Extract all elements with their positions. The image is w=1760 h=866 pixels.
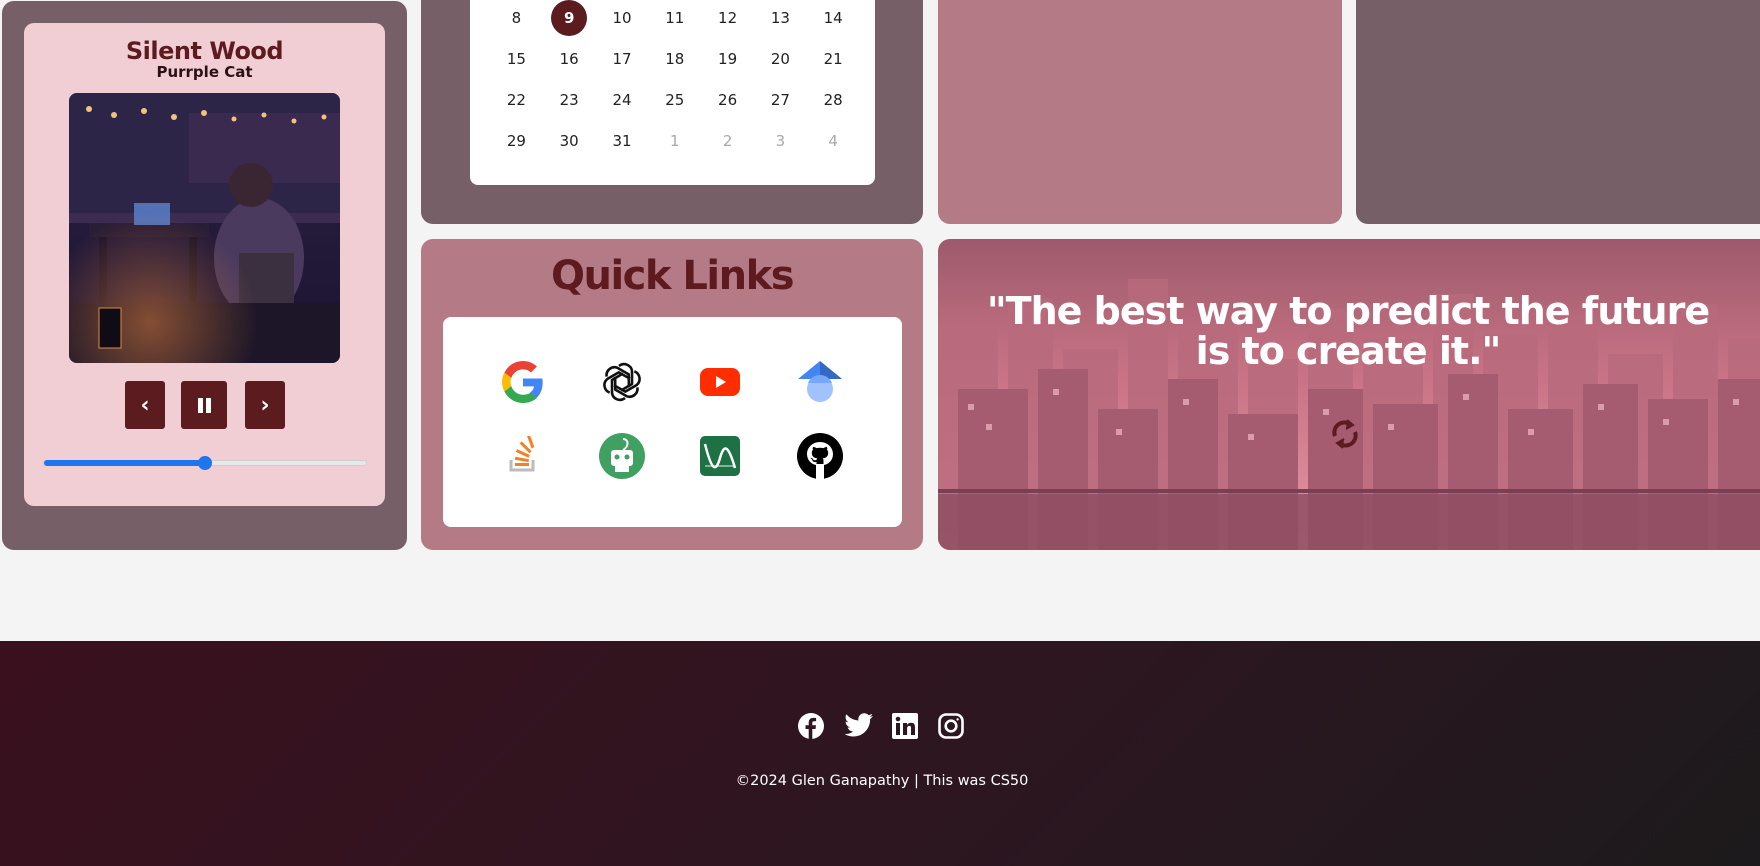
calendar-day-label: 13 <box>770 9 790 27</box>
instagram-icon[interactable] <box>938 713 964 739</box>
prev-button[interactable]: ‹ <box>125 381 165 429</box>
calendar-day[interactable]: 10 <box>596 3 649 33</box>
calendar-day-label: 23 <box>559 91 579 109</box>
calendar-day-label: 20 <box>770 50 790 68</box>
calendar-day-label: 4 <box>828 132 838 150</box>
song-title: Silent Wood <box>125 37 284 65</box>
calendar-week-row: 22 23 24 25 26 27 28 <box>490 85 860 115</box>
calendar: 8 9 10 11 12 13 14 15 16 17 18 19 20 21 22 23 24 25 26 27 28… <box>470 0 875 185</box>
calendar-day[interactable]: 26 <box>701 85 754 115</box>
calendar-day-label: 3 <box>775 132 786 150</box>
calendar-day[interactable]: 14 <box>807 3 860 33</box>
calendar-day[interactable]: 20 <box>754 44 807 74</box>
calendar-day[interactable]: 19 <box>701 44 754 74</box>
slider-fill <box>44 460 205 466</box>
calendar-day[interactable]: 24 <box>596 85 649 115</box>
calendar-day-label: 17 <box>612 50 632 68</box>
calendar-day[interactable]: 17 <box>596 44 649 74</box>
calendar-day-label: 30 <box>559 132 579 150</box>
calendar-day-label: 28 <box>823 91 843 109</box>
calendar-day-label: 31 <box>612 132 632 150</box>
calendar-week-row: 15 16 17 18 19 20 21 <box>490 44 860 74</box>
calendar-day[interactable]: 21 <box>807 44 860 74</box>
twitter-icon[interactable] <box>844 713 873 739</box>
calendar-day[interactable]: 4 <box>807 126 860 156</box>
calendar-day-label: 11 <box>665 9 685 27</box>
city-skyline-background <box>938 239 1760 550</box>
dark-tile <box>1356 0 1760 224</box>
calendar-day-label: 27 <box>770 91 790 109</box>
calendar-day-label: 21 <box>823 50 843 68</box>
overleaf-bot-icon[interactable] <box>599 433 645 479</box>
calendar-day-label: 19 <box>718 50 738 68</box>
calendar-day-label: 18 <box>665 50 685 68</box>
calendar-day[interactable]: 27 <box>754 85 807 115</box>
calendar-day[interactable]: 3 <box>754 126 807 156</box>
openai-icon[interactable] <box>599 359 645 405</box>
refresh-quote-icon[interactable] <box>1325 414 1365 454</box>
music-player: Silent Wood Purrple Cat ‹ › <box>24 23 385 506</box>
calendar-day-label: 22 <box>506 91 526 109</box>
calendar-day[interactable]: 12 <box>701 3 754 33</box>
calendar-day[interactable]: 16 <box>543 44 596 74</box>
quick-links-panel <box>443 317 902 527</box>
calendar-day[interactable]: 23 <box>543 85 596 115</box>
calendar-day[interactable]: 2 <box>701 126 754 156</box>
calendar-day-label: 12 <box>718 9 738 27</box>
pink-tile <box>938 0 1342 224</box>
calendar-day-label: 24 <box>612 91 632 109</box>
github-icon[interactable] <box>797 433 843 479</box>
volume-slider[interactable] <box>43 456 367 470</box>
calendar-day-label: 29 <box>506 132 526 150</box>
calendar-day[interactable]: 25 <box>648 85 701 115</box>
quote-tile: "The best way to predict the future is t… <box>938 239 1760 550</box>
calendar-day-today[interactable]: 9 <box>543 0 596 36</box>
calendar-day-label: 2 <box>722 132 733 150</box>
calendar-day[interactable]: 11 <box>648 3 701 33</box>
calendar-day-label: 9 <box>563 9 575 27</box>
next-button[interactable]: › <box>245 381 285 429</box>
copyright-text: ©2024 Glen Ganapathy | This was CS50 <box>735 773 1029 789</box>
album-art <box>69 93 340 363</box>
google-icon[interactable] <box>500 359 546 405</box>
quote-text: "The best way to predict the future is t… <box>986 289 1710 373</box>
calendar-day[interactable]: 29 <box>490 126 543 156</box>
calendar-day[interactable]: 30 <box>543 126 596 156</box>
calendar-day-label: 15 <box>506 50 526 68</box>
calendar-day-label: 16 <box>559 50 579 68</box>
calendar-day-label: 8 <box>511 9 522 27</box>
desmos-icon[interactable] <box>697 433 743 479</box>
youtube-icon[interactable] <box>697 359 743 405</box>
calendar-day[interactable]: 31 <box>596 126 649 156</box>
calendar-day[interactable]: 1 <box>648 126 701 156</box>
calendar-day-label: 10 <box>612 9 632 27</box>
calendar-day[interactable]: 13 <box>754 3 807 33</box>
song-artist: Purrple Cat <box>156 63 253 81</box>
calendar-week-row: 8 9 10 11 12 13 14 <box>490 0 860 36</box>
calendar-day-label: 25 <box>665 91 685 109</box>
stackoverflow-icon[interactable] <box>500 433 546 479</box>
calendar-day-label: 1 <box>670 132 680 150</box>
footer: ©2024 Glen Ganapathy | This was CS50 <box>0 641 1760 866</box>
facebook-icon[interactable] <box>798 713 824 739</box>
calendar-week-row: 29 30 31 1 2 3 4 <box>490 126 860 156</box>
slider-thumb[interactable] <box>198 456 212 470</box>
calendar-day[interactable]: 15 <box>490 44 543 74</box>
calendar-day[interactable]: 18 <box>648 44 701 74</box>
calendar-day-label: 14 <box>823 9 843 27</box>
calendar-day[interactable]: 22 <box>490 85 543 115</box>
calendar-day-label: 26 <box>718 91 738 109</box>
pause-icon <box>197 397 211 413</box>
quick-links-title: Quick Links <box>550 253 795 299</box>
calendar-day[interactable]: 8 <box>490 3 543 33</box>
calendar-day[interactable]: 28 <box>807 85 860 115</box>
google-scholar-icon[interactable] <box>797 359 843 405</box>
linkedin-icon[interactable] <box>892 713 918 739</box>
pause-button[interactable] <box>181 381 227 429</box>
